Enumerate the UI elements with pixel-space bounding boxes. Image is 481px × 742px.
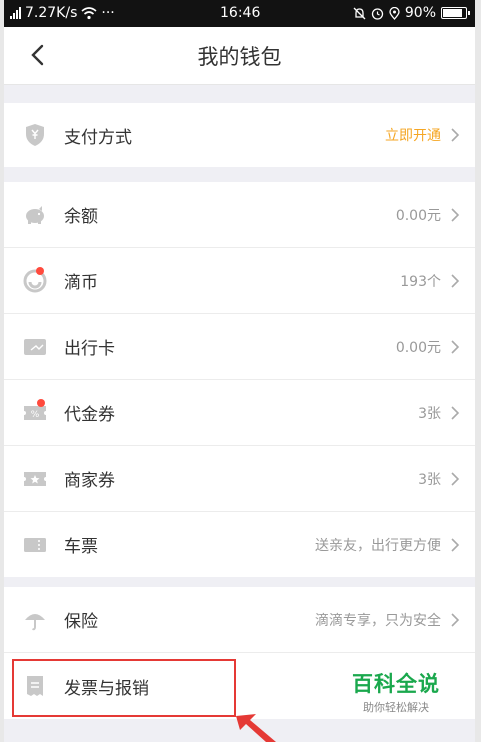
travel-card-label: 出行卡 — [64, 339, 115, 359]
watermark-title: 百科全说 — [352, 672, 440, 696]
chevron-right-icon — [451, 405, 460, 420]
app-screen: 7.27K/s ··· 16:46 90% 我的钱包 支付方式 立即开通 余额 … — [0, 0, 481, 742]
alarm-icon — [371, 7, 384, 20]
page-title: 我的钱包 — [197, 45, 282, 69]
merchant-coupon-value: 3张 — [418, 471, 441, 488]
notification-dot — [37, 398, 45, 407]
status-time: 16:46 — [220, 5, 261, 21]
nav-header: 我的钱包 — [4, 27, 475, 85]
balance-value: 0.00元 — [395, 207, 441, 224]
wallet-row-travel-card[interactable]: 出行卡 0.00元 — [4, 314, 475, 380]
wallet-items-group: 余额 0.00元 滴币 193个 出行卡 0.00元 % 代金券 3张 商家券 … — [4, 182, 475, 577]
voucher-percent-icon: % — [22, 398, 48, 426]
payment-method-label: 支付方式 — [64, 127, 132, 148]
status-left: 7.27K/s ··· — [10, 5, 115, 21]
wallet-row-voucher[interactable]: % 代金券 3张 — [4, 380, 475, 446]
wallet-row-ticket[interactable]: 车票 送亲友，出行更方便 — [4, 512, 475, 577]
wifi-icon — [81, 6, 97, 19]
invoice-label: 发票与报销 — [64, 678, 149, 699]
ticket-icon — [22, 532, 48, 558]
umbrella-icon — [22, 607, 48, 633]
chevron-right-icon — [451, 273, 460, 288]
wallet-row-didi-coin[interactable]: 滴币 193个 — [4, 248, 475, 314]
annotation-arrow-icon — [236, 714, 276, 742]
balance-label: 余额 — [64, 207, 98, 227]
didi-coin-label: 滴币 — [64, 273, 98, 293]
chevron-right-icon — [451, 537, 460, 552]
chevron-right-icon — [451, 207, 460, 222]
chevron-right-icon — [451, 612, 460, 627]
status-bar: 7.27K/s ··· 16:46 90% — [4, 0, 475, 27]
battery-icon — [441, 7, 470, 19]
insurance-label: 保险 — [64, 612, 98, 632]
notification-dot — [36, 266, 44, 275]
chevron-right-icon — [451, 128, 460, 142]
chevron-right-icon — [451, 339, 460, 354]
watermark-subtitle: 助你轻松解决 — [363, 701, 429, 714]
svg-text:%: % — [31, 410, 40, 420]
battery-percent: 90% — [404, 5, 436, 21]
ticket-value: 送亲友，出行更方便 — [315, 537, 441, 554]
location-icon — [389, 6, 400, 20]
receipt-icon — [22, 673, 48, 699]
shield-yen-icon — [22, 122, 48, 148]
payment-method-value: 立即开通 — [385, 128, 441, 144]
star-ticket-icon — [22, 466, 48, 492]
bell-off-icon — [353, 7, 366, 19]
payment-group: 支付方式 立即开通 — [4, 103, 475, 167]
watermark: 百科全说 助你轻松解决 — [352, 668, 440, 715]
card-icon — [22, 334, 48, 360]
network-speed: 7.27K/s — [25, 5, 78, 21]
wallet-row-balance[interactable]: 余额 0.00元 — [4, 182, 475, 248]
didi-coin-icon — [22, 266, 48, 294]
signal-icon — [10, 7, 21, 19]
payment-method-row[interactable]: 支付方式 立即开通 — [4, 103, 475, 167]
wallet-row-merchant-coupon[interactable]: 商家券 3张 — [4, 446, 475, 512]
ticket-label: 车票 — [64, 537, 98, 557]
insurance-value: 滴滴专享，只为安全 — [315, 612, 441, 629]
status-dots: ··· — [101, 5, 115, 21]
voucher-value: 3张 — [418, 405, 441, 422]
voucher-label: 代金券 — [64, 405, 115, 425]
extra-row-insurance[interactable]: 保险 滴滴专享，只为安全 — [4, 587, 475, 653]
status-right: 90% — [353, 5, 470, 21]
travel-card-value: 0.00元 — [395, 339, 441, 356]
didi-coin-value: 193个 — [400, 273, 441, 290]
piggy-bank-icon — [22, 202, 48, 228]
merchant-coupon-label: 商家券 — [64, 471, 115, 491]
chevron-right-icon — [451, 471, 460, 486]
